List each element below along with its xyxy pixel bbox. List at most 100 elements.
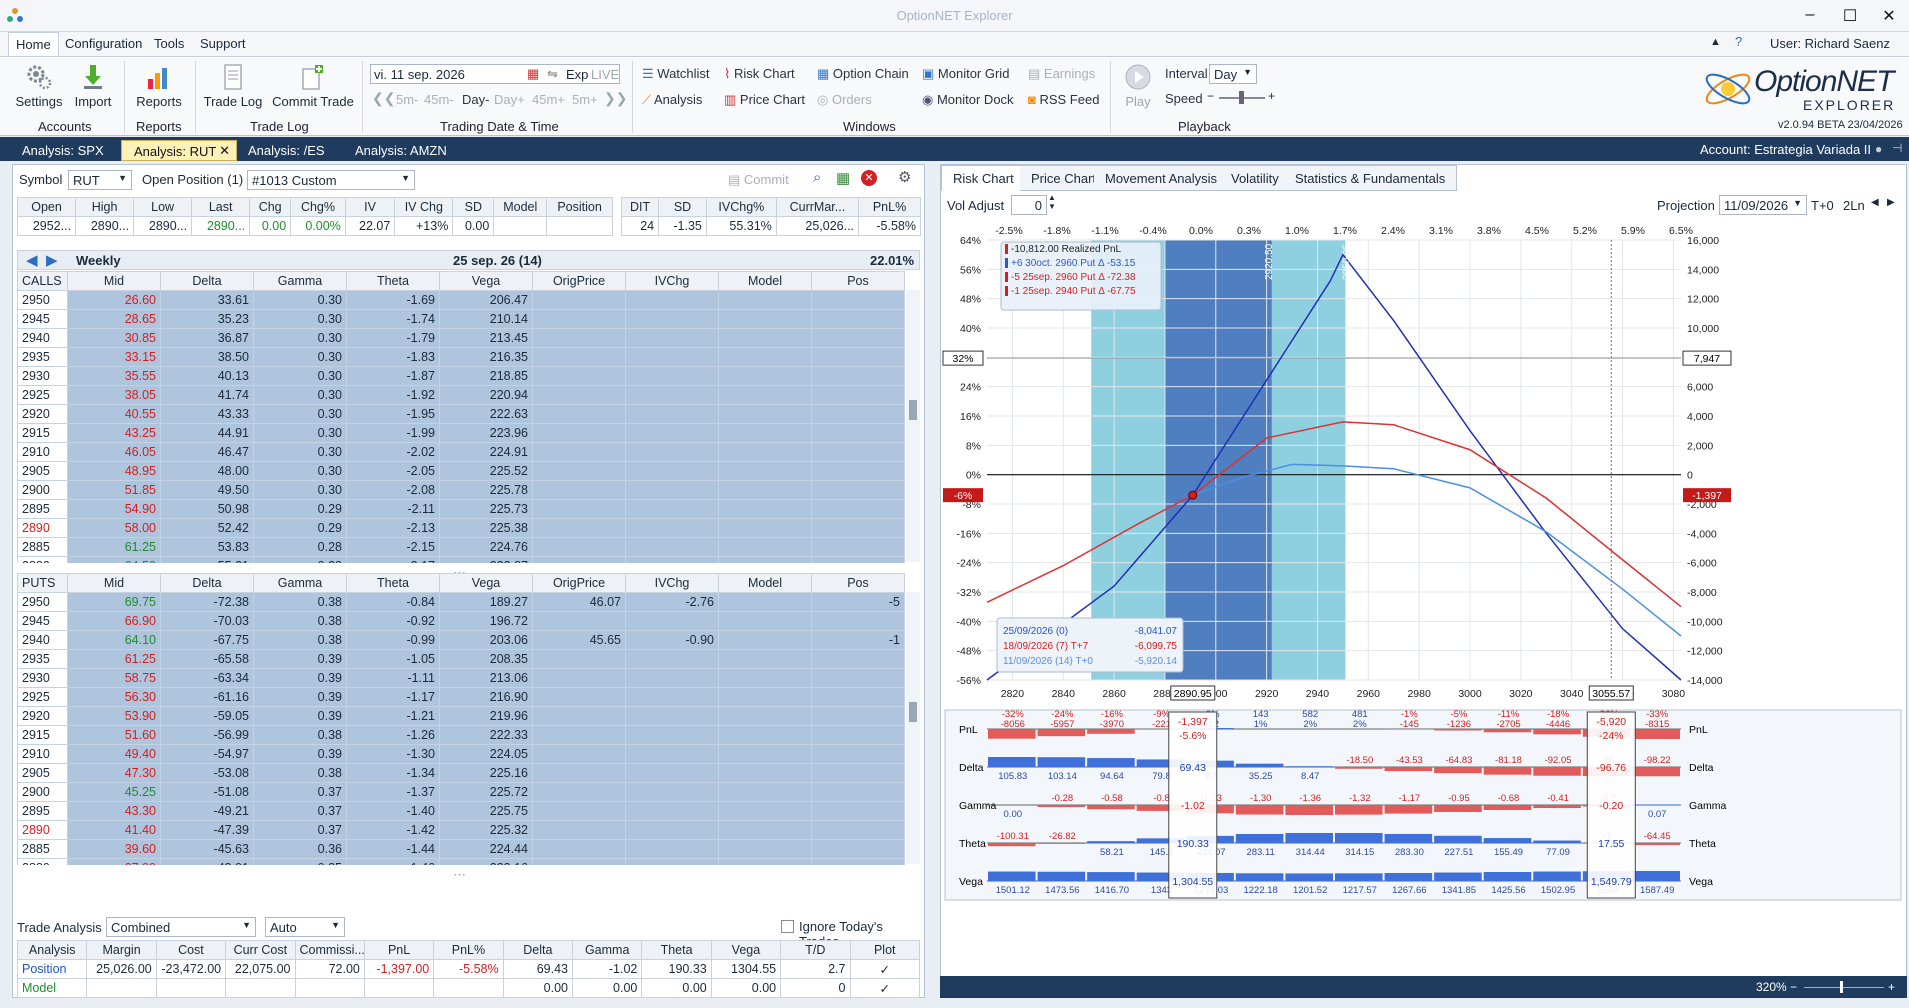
chain-row[interactable]: 2930 35.55 40.13 0.30 -1.87 218.85 <box>17 366 905 386</box>
step-45m-back[interactable]: 45m- <box>424 92 454 107</box>
import-button[interactable]: Import <box>70 63 116 109</box>
ignore-today-checkbox[interactable] <box>781 920 794 933</box>
trade-analysis-mode-select[interactable]: Combined ▼ <box>106 917 256 937</box>
chain-row[interactable]: 2940 64.10 -67.75 0.38 -0.99 203.06 45.65 -0.90… <box>17 630 905 650</box>
chain-row[interactable]: 2890 58.00 52.42 0.29 -2.13 225.38 <box>17 518 905 538</box>
tab-statistics[interactable]: Statistics & Fundamentals <box>1284 165 1458 191</box>
lines-label[interactable]: 2Ln <box>1843 198 1865 213</box>
step-back-icon[interactable]: ❮❮ <box>372 90 395 107</box>
monitor-dock-button[interactable]: ◉ Monitor Dock <box>922 92 1014 108</box>
chain-row[interactable]: 2900 45.25 -51.08 0.37 -1.37 225.72 <box>17 782 905 802</box>
chain-row[interactable]: 2915 51.60 -56.99 0.38 -1.26 222.33 <box>17 725 905 745</box>
position-select[interactable]: #1013 Custom ▼ <box>247 170 415 190</box>
next-expiry-icon[interactable]: ▶ <box>46 251 58 269</box>
monitor-grid-button[interactable]: ▣ Monitor Grid <box>922 66 1009 82</box>
chain-row[interactable]: 2935 33.15 38.50 0.30 -1.83 216.35 <box>17 347 905 367</box>
commit-button[interactable]: ▤ Commit <box>728 172 789 188</box>
option-chain-button[interactable]: ▦ Option Chain <box>817 66 909 82</box>
chain-row[interactable]: 2910 49.40 -54.97 0.39 -1.30 224.05 <box>17 744 905 764</box>
maximize-button[interactable]: ☐ <box>1835 6 1865 26</box>
exp-label[interactable]: Exp <box>566 67 588 82</box>
tab-volatility[interactable]: Volatility <box>1220 165 1291 191</box>
help-icon[interactable]: ? <box>1735 34 1742 49</box>
chain-row[interactable]: 2895 54.90 50.98 0.29 -2.11 225.73 <box>17 499 905 519</box>
trading-date-picker[interactable]: vi. 11 sep. 2026 ▦ ⇋ Exp LIVE <box>370 64 620 84</box>
chain-row[interactable]: 2885 61.25 53.83 0.28 -2.15 224.76 <box>17 537 905 557</box>
chain-row[interactable]: 2900 51.85 49.50 0.30 -2.08 225.78 <box>17 480 905 500</box>
splitter-handle[interactable]: ⋯ <box>453 867 466 883</box>
tab-analysis-spx[interactable]: Analysis: SPX <box>10 140 116 161</box>
tab-movement-analysis[interactable]: Movement Analysis <box>1094 165 1229 191</box>
chain-row[interactable]: 2920 40.55 43.33 0.30 -1.95 222.63 <box>17 404 905 424</box>
calendar-icon[interactable]: ▦ <box>527 66 539 82</box>
menu-support[interactable]: Support <box>193 36 253 51</box>
gear-icon[interactable]: ⚙ <box>898 168 911 186</box>
step-5m-back[interactable]: 5m- <box>396 92 418 107</box>
interval-select[interactable]: Day ▼ <box>1209 64 1257 84</box>
expiry-toggle-icon[interactable]: ⇋ <box>547 66 558 82</box>
delete-icon[interactable]: ✕ <box>861 170 877 186</box>
price-chart-button[interactable]: ▥ Price Chart <box>724 92 805 108</box>
vol-adjust-spinner[interactable]: ▲ ▼ <box>1048 193 1056 211</box>
step-day-forward[interactable]: Day+ <box>494 92 525 107</box>
chain-row[interactable]: 2920 53.90 -59.05 0.39 -1.21 219.96 <box>17 706 905 726</box>
zoom-in-icon[interactable]: + <box>1888 980 1895 994</box>
risk-chart[interactable]: 64%16,00056%14,00048%12,00040%10,00032%8… <box>941 215 1906 955</box>
account-label[interactable]: Account: Estrategia Variada II <box>1700 142 1871 157</box>
rss-feed-button[interactable]: ◙ RSS Feed <box>1028 92 1099 107</box>
ta-row[interactable]: Model 0.00 0.00 0.00 0.00 0 ✓ <box>16 978 920 998</box>
watchlist-button[interactable]: ☰ Watchlist <box>642 66 710 82</box>
risk-chart-button[interactable]: ⌇ Risk Chart <box>724 66 795 82</box>
chain-row[interactable]: 2950 26.60 33.61 0.30 -1.69 206.47 <box>17 290 905 310</box>
live-label[interactable]: LIVE <box>591 67 619 82</box>
step-5m-forward[interactable]: 5m+ <box>572 92 598 107</box>
close-window-button[interactable]: ✕ <box>1874 6 1904 26</box>
chain-row[interactable]: 2915 43.25 44.91 0.30 -1.99 223.96 <box>17 423 905 443</box>
projection-date-select[interactable]: 11/09/2026 ▼ <box>1719 195 1807 215</box>
step-day-back[interactable]: Day- <box>462 92 489 107</box>
puts-scrollbar[interactable] <box>906 592 920 864</box>
zoom-thumb[interactable] <box>1840 981 1843 993</box>
chain-row[interactable]: 2895 43.30 -49.21 0.37 -1.40 225.75 <box>17 801 905 821</box>
minimize-button[interactable]: – <box>1795 6 1825 26</box>
reports-button[interactable]: Reports <box>132 63 186 109</box>
chain-row[interactable]: 2935 61.25 -65.58 0.39 -1.05 208.35 <box>17 649 905 669</box>
next-projection-icon[interactable]: ▶ <box>1887 197 1895 208</box>
chain-row[interactable]: 2910 46.05 46.47 0.30 -2.02 224.91 <box>17 442 905 462</box>
chain-row[interactable]: 2885 39.60 -45.63 0.36 -1.44 224.44 <box>17 839 905 859</box>
play-button[interactable]: Play <box>1118 63 1158 109</box>
export-icon[interactable]: ▦ <box>836 169 850 187</box>
chain-row[interactable]: 2890 41.40 -47.39 0.37 -1.42 225.32 <box>17 820 905 840</box>
search-icon[interactable]: ⌕ <box>813 169 821 186</box>
chain-row[interactable]: 2945 66.90 -70.03 0.38 -0.92 196.72 <box>17 611 905 631</box>
close-tab-icon[interactable]: ✕ <box>219 143 230 159</box>
zoom-out-icon[interactable]: − <box>1790 980 1797 994</box>
account-menu-icon[interactable]: ● <box>1875 142 1882 156</box>
tab-analysis-rut[interactable]: Analysis: RUT ✕ <box>121 140 237 161</box>
tab-analysis-amzn[interactable]: Analysis: AMZN <box>343 140 459 161</box>
prev-projection-icon[interactable]: ◀ <box>1871 197 1879 208</box>
chain-row[interactable]: 2945 28.65 35.23 0.30 -1.74 210.14 <box>17 309 905 329</box>
chain-row[interactable]: 2940 30.85 36.87 0.30 -1.79 213.45 <box>17 328 905 348</box>
menu-tools[interactable]: Tools <box>147 36 191 51</box>
chain-row[interactable]: 2905 48.95 48.00 0.30 -2.05 225.52 <box>17 461 905 481</box>
analysis-button[interactable]: ⟋ Analysis <box>642 92 702 108</box>
chain-row[interactable]: 2905 47.30 -53.08 0.38 -1.34 225.16 <box>17 763 905 783</box>
symbol-select[interactable]: RUT ▼ <box>68 170 132 190</box>
menu-home[interactable]: Home <box>8 32 59 56</box>
pin-icon[interactable]: ⊣ <box>1892 141 1902 155</box>
chain-row[interactable]: 288064.5055.210.28-2.17223.87 <box>17 556 905 563</box>
orders-button[interactable]: ◎ Orders <box>817 92 872 108</box>
settings-button[interactable]: Settings <box>12 63 66 109</box>
tab-risk-chart[interactable]: Risk Chart <box>941 165 1026 191</box>
earnings-button[interactable]: ▤ Earnings <box>1028 66 1095 82</box>
prev-expiry-icon[interactable]: ◀ <box>26 251 38 269</box>
trade-analysis-auto-select[interactable]: Auto ▼ <box>265 917 345 937</box>
ta-row[interactable]: Position 25,026.00 -23,472.00 22,075.00 72.0… <box>16 959 920 979</box>
chain-row[interactable]: 288037.90-43.910.35-1.46223.16 <box>17 858 905 865</box>
speed-slider[interactable]: − + <box>1207 89 1277 105</box>
chain-row[interactable]: 2925 38.05 41.74 0.30 -1.92 220.94 <box>17 385 905 405</box>
commit-trade-button[interactable]: Commit Trade <box>270 63 356 109</box>
collapse-ribbon-icon[interactable]: ▲ <box>1710 36 1721 48</box>
vol-adjust-input[interactable]: 0 <box>1011 195 1047 215</box>
